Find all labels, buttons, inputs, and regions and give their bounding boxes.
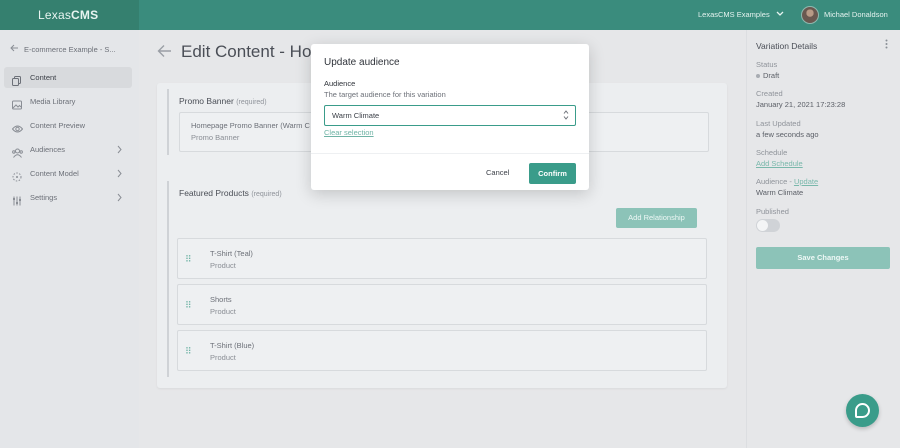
page-title: Edit Content - Ho	[181, 42, 312, 61]
help-chat-button[interactable]	[846, 394, 879, 427]
users-icon	[12, 145, 23, 158]
drag-handle-icon[interactable]: ⠿	[185, 346, 192, 357]
sidebar-item-media-library[interactable]: Media Library	[4, 91, 132, 112]
chevron-down-icon	[776, 0, 784, 30]
required-marker: (required)	[236, 99, 267, 106]
chevron-right-icon	[117, 187, 122, 216]
toggle-knob	[757, 220, 768, 231]
field-label: Featured Products	[179, 188, 249, 198]
list-item[interactable]: ⠿ Shorts Product	[177, 284, 707, 325]
status-value: Draft	[763, 71, 780, 80]
featured-products-label: Featured Products (required)	[179, 188, 282, 198]
last-updated-value: a few seconds ago	[756, 130, 819, 139]
sidebar-item-label: Media Library	[30, 97, 76, 106]
more-options-icon[interactable]	[885, 39, 888, 52]
sidebar-item-label: Audiences	[30, 145, 66, 154]
audience-label: Audience - Update	[756, 177, 818, 186]
back-label: E-commerce Example - S...	[24, 45, 116, 54]
brand-logo[interactable]: LexasCMS	[0, 0, 139, 30]
audience-selected-value: Warm Climate	[332, 111, 380, 120]
sidebar-item-content[interactable]: Content	[4, 67, 132, 88]
dialog-footer: Cancel Confirm	[311, 153, 589, 190]
drag-handle-icon[interactable]: ⠿	[185, 254, 192, 265]
chat-icon	[855, 403, 870, 418]
add-schedule-link-text[interactable]: Add Schedule	[756, 159, 803, 168]
user-name[interactable]: Michael Donaldson	[824, 0, 888, 30]
last-updated-label: Last Updated	[756, 119, 801, 128]
variation-details-panel: Variation Details Status Draft Created J…	[746, 30, 900, 448]
audience-label-text: Audience -	[756, 177, 794, 186]
product-type: Product	[210, 353, 236, 362]
sidebar-item-label: Settings	[30, 193, 58, 202]
content-icon	[12, 73, 22, 86]
confirm-button[interactable]: Confirm	[529, 163, 576, 184]
published-toggle[interactable]	[756, 219, 780, 232]
project-name: LexasCMS Examples	[698, 10, 770, 19]
status-badge: Draft	[756, 71, 779, 80]
sidebar-item-label: Content Model	[30, 169, 79, 178]
project-switcher[interactable]: LexasCMS Examples	[698, 0, 784, 30]
product-name: T-Shirt (Blue)	[210, 341, 255, 350]
audience-select[interactable]: Warm Climate	[324, 105, 576, 126]
sidebar-item-audiences[interactable]: Audiences	[4, 139, 132, 160]
audience-value: Warm Climate	[756, 188, 804, 197]
drag-handle-icon[interactable]: ⠿	[185, 300, 192, 311]
reference-title: Homepage Promo Banner (Warm C	[191, 121, 310, 130]
sidebar-item-label: Content	[30, 73, 57, 82]
cancel-button[interactable]: Cancel	[486, 164, 509, 182]
audience-field-help: The target audience for this variation	[324, 90, 446, 99]
dialog-title: Update audience	[324, 57, 400, 68]
promo-banner-label: Promo Banner (required)	[179, 96, 267, 106]
status-dot-icon	[756, 74, 760, 79]
sidebar: E-commerce Example - S... Content Media …	[0, 30, 139, 448]
model-icon	[12, 169, 22, 182]
image-icon	[12, 97, 22, 110]
product-name: T-Shirt (Teal)	[210, 249, 253, 258]
add-relationship-button[interactable]: Add Relationship	[616, 208, 697, 228]
product-name: Shorts	[210, 295, 232, 304]
created-label: Created	[756, 89, 783, 98]
add-schedule-link[interactable]: Add Schedule	[756, 159, 803, 168]
audience-field-label: Audience	[324, 79, 356, 88]
list-item[interactable]: ⠿ T-Shirt (Teal) Product	[177, 238, 707, 279]
list-item[interactable]: ⠿ T-Shirt (Blue) Product	[177, 330, 707, 371]
required-marker: (required)	[251, 191, 282, 198]
back-to-project-link[interactable]: E-commerce Example - S...	[10, 44, 116, 56]
product-type: Product	[210, 307, 236, 316]
eye-icon	[11, 121, 24, 133]
sidebar-item-content-preview[interactable]: Content Preview	[4, 115, 132, 136]
brand-prefix: Lexas	[38, 8, 72, 22]
panel-title: Variation Details	[756, 41, 818, 51]
schedule-label: Schedule	[756, 148, 788, 157]
select-arrows-icon	[563, 109, 569, 123]
brand-suffix: CMS	[71, 8, 99, 22]
product-type: Product	[210, 261, 236, 270]
published-label: Published	[756, 207, 789, 216]
save-changes-button[interactable]: Save Changes	[756, 247, 890, 269]
sliders-icon	[12, 193, 22, 206]
update-audience-dialog: Update audience Audience The target audi…	[311, 44, 589, 190]
arrow-left-icon[interactable]	[157, 44, 172, 63]
avatar[interactable]	[801, 6, 819, 24]
sidebar-item-content-model[interactable]: Content Model	[4, 163, 132, 184]
status-label: Status	[756, 60, 778, 69]
top-bar: LexasCMS LexasCMS Examples Michael Donal…	[0, 0, 900, 30]
sidebar-item-label: Content Preview	[30, 121, 86, 130]
field-label: Promo Banner	[179, 96, 234, 106]
update-audience-link[interactable]: Update	[794, 177, 818, 186]
reference-type: Promo Banner	[191, 133, 240, 142]
sidebar-item-settings[interactable]: Settings	[4, 187, 132, 208]
created-value: January 21, 2021 17:23:28	[756, 100, 846, 109]
clear-selection-link[interactable]: Clear selection	[324, 128, 374, 137]
arrow-left-icon	[10, 44, 24, 56]
